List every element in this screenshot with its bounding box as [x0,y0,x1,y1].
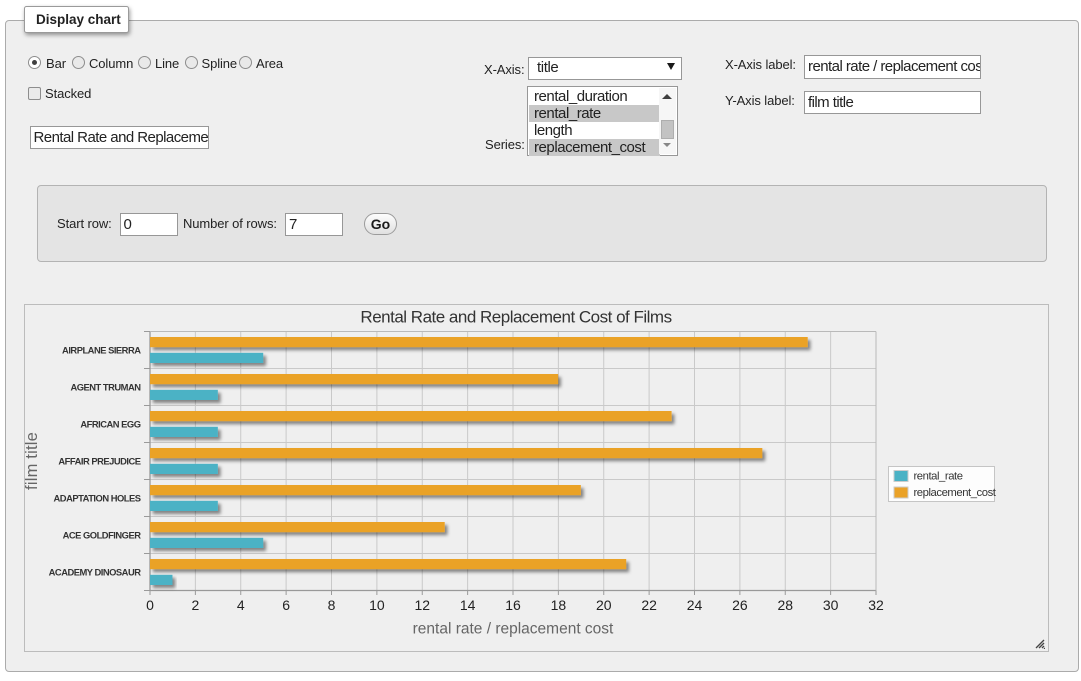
svg-text:Rental Rate and Replacement Co: Rental Rate and Replacement Cost of Film… [360,308,671,327]
svg-text:0: 0 [146,597,154,613]
svg-text:2: 2 [191,597,199,613]
svg-text:14: 14 [460,597,476,613]
svg-text:26: 26 [732,597,748,613]
svg-text:AIRPLANE SIERRA: AIRPLANE SIERRA [62,345,141,356]
svg-text:ACADEMY DINOSAUR: ACADEMY DINOSAUR [49,567,142,578]
svg-text:20: 20 [596,597,612,613]
svg-text:24: 24 [687,597,703,613]
svg-text:30: 30 [823,597,839,613]
svg-text:AGENT TRUMAN: AGENT TRUMAN [70,382,141,393]
svg-text:18: 18 [551,597,567,613]
svg-text:8: 8 [328,597,336,613]
svg-text:32: 32 [868,597,884,613]
svg-text:ADAPTATION HOLES: ADAPTATION HOLES [54,493,141,504]
svg-text:12: 12 [414,597,430,613]
svg-text:replacement_cost: replacement_cost [914,487,997,499]
svg-text:ACE GOLDFINGER: ACE GOLDFINGER [63,530,142,541]
svg-text:film title: film title [25,432,41,490]
svg-text:16: 16 [505,597,521,613]
svg-text:AFRICAN EGG: AFRICAN EGG [80,419,140,430]
svg-text:28: 28 [777,597,793,613]
svg-text:rental_rate: rental_rate [914,471,963,483]
svg-text:22: 22 [641,597,657,613]
svg-text:AFFAIR PREJUDICE: AFFAIR PREJUDICE [58,456,140,467]
svg-text:4: 4 [237,597,245,613]
svg-text:rental rate / replacement cost: rental rate / replacement cost [413,621,614,638]
svg-text:6: 6 [282,597,290,613]
svg-text:10: 10 [369,597,385,613]
